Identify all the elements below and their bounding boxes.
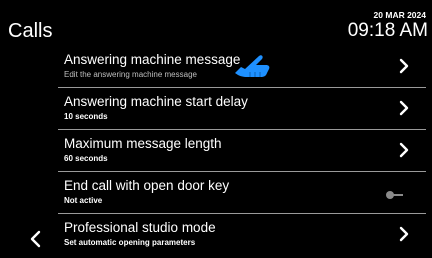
setting-label: Answering machine start delay (64, 94, 248, 109)
setting-row-answering-machine-start-delay[interactable]: Answering machine start delay 10 seconds (58, 88, 426, 130)
setting-row-end-call-open-door-key[interactable]: End call with open door key Not active (58, 172, 426, 214)
setting-value: Not active (64, 196, 103, 205)
toggle-track (393, 194, 403, 196)
setting-label: Professional studio mode (64, 220, 216, 235)
setting-row-professional-studio-mode[interactable]: Professional studio mode Set automatic o… (58, 214, 426, 256)
toggle-switch-icon[interactable] (386, 191, 406, 199)
chevron-left-icon[interactable] (28, 229, 44, 249)
time-display: 09:18 AM (347, 20, 428, 41)
setting-label: Maximum message length (64, 136, 222, 151)
chevron-right-icon[interactable] (396, 99, 412, 117)
chevron-right-icon[interactable] (396, 57, 412, 75)
setting-label: End call with open door key (64, 178, 230, 193)
setting-value: Set automatic opening parameters (64, 238, 196, 247)
chevron-right-icon[interactable] (396, 141, 412, 159)
chevron-right-icon[interactable] (396, 225, 412, 243)
setting-value: 60 seconds (64, 154, 108, 163)
setting-row-maximum-message-length[interactable]: Maximum message length 60 seconds (58, 130, 426, 172)
header-bar: Calls 20 MAR 2024 09:18 AM (0, 0, 432, 46)
hand-pointer-icon (235, 55, 270, 77)
date-display: 20 MAR 2024 (373, 10, 426, 20)
setting-description: Edit the answering machine message (64, 70, 197, 79)
setting-value: 10 seconds (64, 112, 108, 121)
page-title: Calls (8, 20, 53, 42)
setting-label: Answering machine message (64, 52, 241, 67)
